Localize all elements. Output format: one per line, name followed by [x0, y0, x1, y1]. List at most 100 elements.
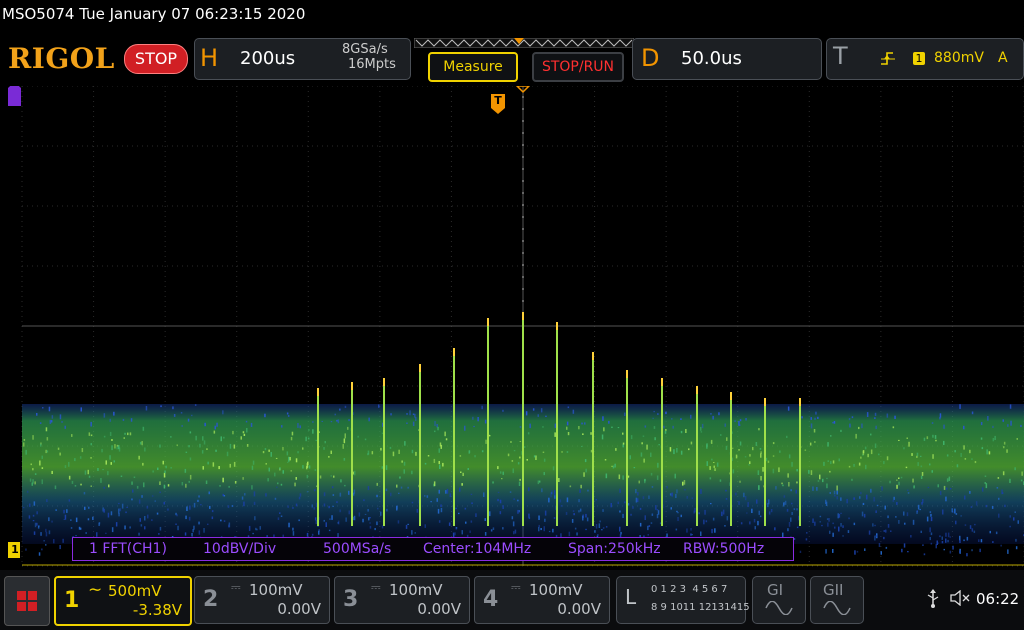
noise-dot	[222, 477, 224, 483]
noise-dot	[656, 475, 659, 480]
noise-dot	[295, 503, 298, 507]
noise-dot	[949, 550, 952, 554]
waveform-display[interactable]	[0, 86, 1024, 570]
logic-analyzer-box[interactable]: L 0 1 2 3 4 5 6 7 8 9 1011 12131415	[616, 576, 750, 624]
noise-dot	[118, 502, 120, 505]
noise-dot	[775, 486, 777, 490]
noise-dot	[191, 414, 193, 417]
noise-dot	[275, 457, 278, 459]
measure-button[interactable]: Measure	[428, 52, 518, 82]
noise-dot	[903, 511, 905, 516]
noise-dot	[724, 423, 726, 427]
noise-dot	[138, 499, 141, 504]
noise-dot	[519, 426, 522, 428]
noise-dot	[488, 435, 491, 437]
noise-dot	[726, 516, 729, 521]
noise-dot	[517, 462, 520, 465]
noise-dot	[923, 437, 926, 441]
noise-dot	[199, 443, 201, 448]
noise-dot	[136, 485, 139, 489]
noise-dot	[198, 495, 200, 498]
noise-dot	[885, 529, 887, 533]
noise-dot	[243, 433, 246, 436]
run-state-badge[interactable]: STOP	[124, 44, 188, 74]
noise-dot	[917, 504, 920, 510]
noise-dot	[949, 536, 951, 538]
noise-dot	[992, 541, 994, 543]
noise-dot	[323, 447, 325, 450]
noise-dot	[796, 526, 799, 529]
noise-dot	[808, 469, 810, 474]
noise-dot	[337, 520, 340, 525]
noise-dot	[578, 510, 580, 513]
channel-1-box[interactable]: 1 ∼ 500mV -3.38V	[54, 576, 192, 626]
noise-dot	[894, 415, 896, 419]
channel1-marker-label: 1	[11, 543, 19, 556]
menu-grid-icon	[17, 591, 37, 611]
stop-run-button[interactable]: STOP/RUN	[532, 52, 624, 82]
noise-dot	[724, 525, 726, 527]
noise-dot	[749, 461, 751, 464]
math-marker	[8, 88, 21, 106]
noise-dot	[66, 509, 68, 513]
noise-dot	[896, 479, 898, 481]
noise-dot	[759, 515, 762, 518]
noise-dot	[1009, 404, 1012, 409]
noise-dot	[796, 508, 798, 511]
noise-dot	[481, 450, 484, 453]
main-menu-button[interactable]	[4, 576, 50, 626]
noise-dot	[34, 473, 37, 475]
dc-coupling-icon: ⎓	[231, 580, 241, 594]
noise-dot	[643, 458, 645, 463]
noise-dot	[124, 525, 126, 530]
fft-info-bar[interactable]: 1 FFT(CH1) 10dBV/Div 500MSa/s Center:104…	[72, 537, 794, 561]
noise-dot	[988, 451, 991, 455]
noise-dot	[581, 445, 583, 447]
noise-dot	[579, 489, 581, 493]
noise-dot	[753, 518, 756, 523]
noise-dot	[333, 475, 335, 478]
noise-dot	[630, 513, 632, 516]
generator-1-button[interactable]: GI	[752, 576, 806, 624]
noise-dot	[650, 522, 653, 524]
noise-dot	[184, 532, 187, 536]
noise-dot	[399, 476, 401, 479]
trigger-panel[interactable]	[826, 38, 1024, 80]
noise-dot	[407, 486, 409, 489]
noise-dot	[517, 499, 519, 502]
noise-dot	[220, 519, 222, 522]
usb-icon	[927, 589, 939, 608]
channel-2-box[interactable]: 2 ⎓ 100mV 0.00V	[194, 576, 330, 624]
sound-muted-icon[interactable]	[950, 590, 972, 606]
noise-dot	[725, 498, 728, 500]
channel-3-box[interactable]: 3 ⎓ 100mV 0.00V	[334, 576, 470, 624]
noise-dot	[288, 456, 290, 462]
noise-dot	[75, 535, 77, 537]
generator-2-button[interactable]: GII	[810, 576, 864, 624]
noise-dot	[459, 487, 461, 492]
channel-4-box[interactable]: 4 ⎓ 100mV 0.00V	[474, 576, 610, 624]
noise-dot	[810, 470, 813, 475]
noise-dot	[543, 472, 545, 476]
noise-dot	[680, 514, 682, 518]
noise-dot	[721, 511, 723, 517]
noise-dot	[658, 444, 660, 446]
spectral-peak-tip	[487, 318, 489, 326]
noise-dot	[513, 531, 515, 535]
noise-dot	[545, 415, 547, 417]
spectral-peak-tip	[661, 378, 663, 386]
noise-dot	[665, 411, 667, 415]
noise-dot	[197, 499, 199, 502]
noise-dot	[189, 505, 191, 510]
sine-wave-icon	[823, 601, 851, 615]
noise-dot	[46, 499, 48, 502]
noise-dot	[416, 508, 419, 513]
noise-dot	[163, 472, 166, 478]
noise-dot	[305, 436, 307, 442]
spectral-peak-tip	[730, 392, 732, 400]
noise-dot	[819, 474, 821, 480]
noise-dot	[714, 468, 716, 471]
noise-dot	[151, 495, 154, 497]
noise-dot	[74, 485, 77, 487]
noise-dot	[655, 505, 657, 510]
